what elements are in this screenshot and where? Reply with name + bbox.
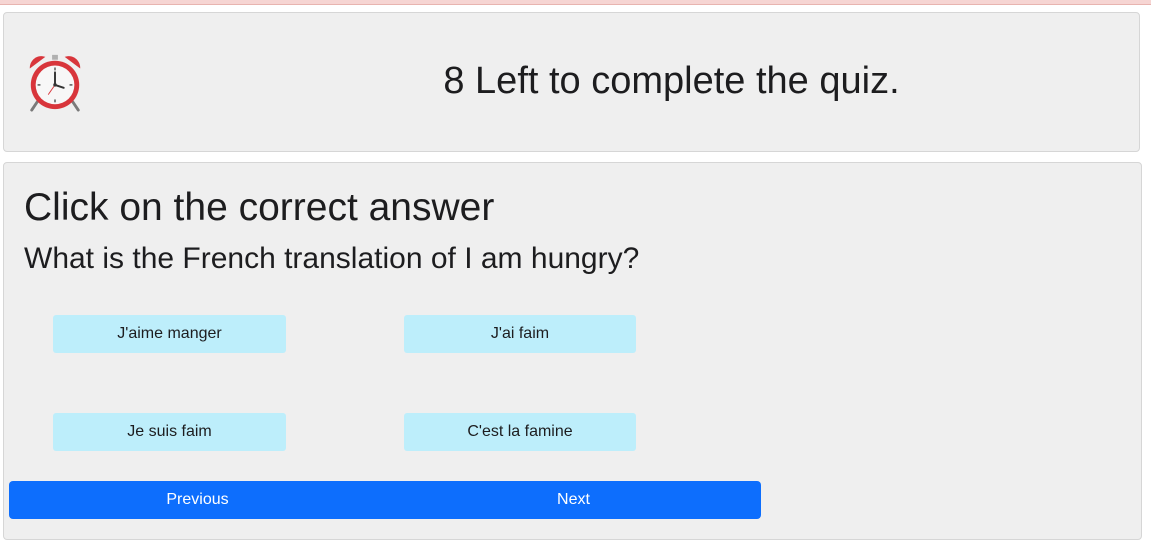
- instruction-heading: Click on the correct answer: [24, 186, 495, 229]
- timer-card: 8 Left to complete the quiz.: [3, 12, 1140, 152]
- top-alert-strip: [0, 0, 1151, 5]
- previous-button[interactable]: Previous: [9, 481, 386, 519]
- question-text: What is the French translation of I am h…: [24, 242, 640, 275]
- answer-option-3[interactable]: Je suis faim: [53, 413, 286, 451]
- next-button[interactable]: Next: [386, 481, 761, 519]
- answer-option-2[interactable]: J'ai faim: [404, 315, 636, 353]
- timer-remaining-text: 8 Left to complete the quiz.: [443, 60, 900, 102]
- answer-option-1[interactable]: J'aime manger: [53, 315, 286, 353]
- question-card: Click on the correct answer What is the …: [3, 162, 1142, 540]
- answer-option-4[interactable]: C'est la famine: [404, 413, 636, 451]
- alarm-clock-icon: [29, 54, 81, 112]
